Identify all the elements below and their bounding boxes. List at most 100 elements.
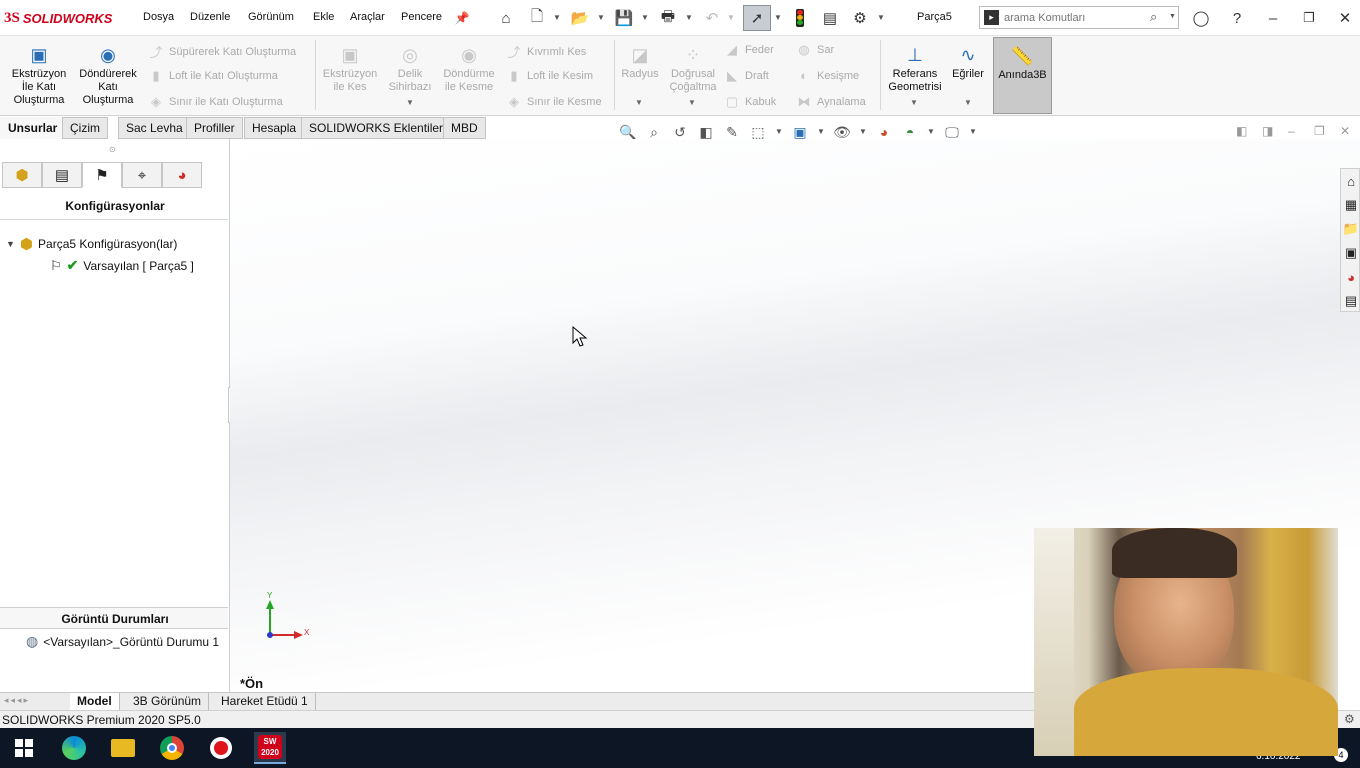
restore-document-icon[interactable]: ❐ (1314, 124, 1325, 138)
extruded-boss-button[interactable]: ▣ Ekstrüzyon İle Katı Oluşturma (6, 44, 72, 107)
minimize-icon[interactable]: – (1263, 8, 1283, 28)
boundary-boss-button[interactable]: ◈ Sınır ile Katı Oluşturma (148, 94, 283, 110)
help-icon[interactable]: ? (1227, 8, 1247, 28)
shell-button[interactable]: ▢ Kabuk (724, 94, 776, 110)
pin-icon[interactable]: 📌 (452, 8, 472, 28)
rib-button[interactable]: ◢ Feder (724, 42, 774, 58)
undo-icon[interactable]: ↶ (702, 8, 722, 28)
instant3d-button[interactable]: 📏 Anında3B (993, 37, 1052, 114)
draft-button[interactable]: ◣ Draft (724, 68, 769, 84)
file-explorer-taskbar-icon[interactable] (107, 732, 139, 764)
fillet-button[interactable]: ◪ Radyus (618, 44, 662, 81)
menu-window[interactable]: Pencere (401, 11, 442, 23)
tab-features[interactable]: Unsurlar (0, 117, 66, 139)
save-icon[interactable]: 💾 (614, 8, 634, 28)
home-icon[interactable]: ⌂ (1341, 169, 1360, 193)
chevron-down-icon[interactable]: ▼ (910, 98, 918, 107)
menu-file[interactable]: Dosya (143, 11, 174, 23)
menu-insert[interactable]: Ekle (313, 11, 334, 23)
open-folder-icon[interactable]: 📂 (570, 8, 590, 28)
chevron-down-icon[interactable]: ▼ (6, 239, 15, 249)
solidworks-taskbar-icon[interactable]: SW 2020 (254, 732, 286, 764)
revolved-cut-button[interactable]: ◉ Döndürme ile Kesme (440, 44, 498, 94)
gear-icon[interactable]: ⚙ (850, 8, 870, 28)
chevron-down-icon[interactable]: ▼ (688, 98, 696, 107)
display-state-item[interactable]: ◍ <Varsayılan>_Görüntü Durumu 1 (26, 633, 219, 650)
edge-browser-icon[interactable] (58, 732, 90, 764)
chevron-down-icon[interactable]: ▼ (597, 13, 605, 22)
hole-wizard-button[interactable]: ◎ Delik Sihirbazı (384, 44, 436, 94)
custom-properties-icon[interactable]: ▤ (1341, 289, 1360, 313)
tree-root-item[interactable]: ▼ ⬢ Parça5 Konfigürasyon(lar) (6, 235, 177, 253)
tab-solidworks-addins[interactable]: SOLIDWORKS Eklentileri (301, 117, 454, 139)
wrap-button[interactable]: ◍ Sar (796, 42, 834, 58)
reference-geometry-button[interactable]: ⊥ Referans Geometrisi (884, 44, 946, 94)
tab-sheet-metal[interactable]: Sac Levha (118, 117, 191, 139)
menu-edit[interactable]: Düzenle (190, 11, 230, 23)
lofted-boss-button[interactable]: ▮ Loft ile Katı Oluşturma (148, 68, 277, 84)
dimxpert-manager-tab[interactable]: ⌖ (122, 162, 162, 188)
file-properties-icon[interactable]: ▤ (820, 8, 840, 28)
rebuild-traffic-light-icon[interactable] (790, 8, 810, 28)
chevron-down-icon[interactable]: ▼ (685, 13, 693, 22)
revolved-boss-button[interactable]: ◉ Döndürerek Katı Oluşturma (74, 44, 142, 107)
property-manager-tab[interactable]: ▤ (42, 162, 82, 188)
tab-scroll-arrows-icon[interactable]: ◂◂◂▸ (4, 695, 30, 706)
swept-cut-button[interactable]: ⤴ Kıvrımlı Kes (506, 42, 586, 61)
appearances-icon[interactable]: ◕ (1341, 265, 1360, 289)
chevron-down-icon[interactable]: ▼ (635, 98, 643, 107)
chevron-down-icon[interactable]: ▼ (641, 13, 649, 22)
tab-mbd[interactable]: MBD (443, 117, 486, 139)
view-palette-icon[interactable]: ▣ (1341, 241, 1360, 265)
swept-boss-button[interactable]: ⤴ Süpürerek Katı Oluşturma (148, 42, 296, 61)
print-icon[interactable]: 🖶 (658, 8, 678, 28)
close-document-icon[interactable]: ✕ (1340, 124, 1350, 138)
tab-sketch[interactable]: Çizim (62, 117, 108, 139)
linear-pattern-button[interactable]: ⁘ Doğrusal Çoğaltma (666, 44, 720, 94)
home-icon[interactable]: ⌂ (496, 8, 516, 28)
search-icon[interactable]: ⌕ (1150, 9, 1157, 25)
status-options-icon[interactable]: ⚙ (1344, 712, 1355, 726)
extruded-cut-button[interactable]: ▣ Ekstrüzyon ile Kes (318, 44, 382, 94)
chevron-down-icon[interactable]: ▼ (774, 13, 782, 22)
search-box[interactable]: ▸ ⌕ ▼ (979, 6, 1179, 29)
chevron-down-icon[interactable]: ▼ (1169, 13, 1176, 20)
lofted-cut-button[interactable]: ▮ Loft ile Kesim (506, 68, 593, 84)
intersect-button[interactable]: ◐ Kesişme (796, 68, 859, 83)
tree-child-item[interactable]: ⚐ ✔ Varsayılan [ Parça5 ] (50, 257, 194, 274)
design-library-icon[interactable]: ▦ (1341, 193, 1360, 217)
chevron-down-icon[interactable]: ▼ (727, 13, 735, 22)
windows-start-icon[interactable] (8, 732, 40, 764)
menu-tools[interactable]: Araçlar (350, 11, 385, 23)
boundary-cut-button[interactable]: ◈ Sınır ile Kesme (506, 94, 602, 110)
tile-left-icon[interactable]: ◧ (1236, 124, 1247, 138)
search-input[interactable] (1004, 10, 1154, 26)
chrome-browser-icon[interactable] (156, 732, 188, 764)
feature-manager-tab[interactable]: ⬢ (2, 162, 42, 188)
tab-model[interactable]: Model (70, 693, 120, 710)
user-account-icon[interactable]: ◯ (1191, 8, 1211, 28)
display-manager-tab[interactable]: ◕ (162, 162, 202, 188)
tab-motion-study[interactable]: Hareket Etüdü 1 (214, 693, 316, 710)
tab-profiles[interactable]: Profiller (186, 117, 243, 139)
menu-view[interactable]: Görünüm (248, 11, 294, 23)
minimize-document-icon[interactable]: – (1288, 124, 1295, 138)
configuration-manager-tab[interactable]: ⚑ (82, 162, 122, 188)
chevron-down-icon[interactable]: ▼ (406, 98, 414, 107)
chevron-down-icon[interactable]: ▼ (964, 98, 972, 107)
chevron-down-icon[interactable]: ▼ (553, 13, 561, 22)
select-pointer-icon[interactable]: ➚ (743, 5, 771, 31)
close-icon[interactable]: ✕ (1335, 8, 1355, 28)
tile-right-icon[interactable]: ◨ (1262, 124, 1273, 138)
file-explorer-icon[interactable]: 📁 (1341, 217, 1360, 241)
panel-collapse-handle[interactable]: ⊙ (109, 145, 116, 154)
screen-recorder-icon[interactable] (205, 732, 237, 764)
tab-evaluate[interactable]: Hesapla (244, 117, 305, 139)
mirror-button[interactable]: ⧓ Aynalama (796, 94, 866, 110)
chevron-down-icon[interactable]: ▼ (877, 13, 885, 22)
solidworks-logo[interactable]: 3S SOLIDWORKS (4, 6, 112, 30)
tab-3d-view[interactable]: 3B Görünüm (126, 693, 210, 710)
restore-window-icon[interactable]: ❐ (1299, 8, 1319, 28)
new-document-icon[interactable]: 🗋 (527, 8, 547, 28)
curves-button[interactable]: ∿ Eğriler (948, 44, 988, 81)
